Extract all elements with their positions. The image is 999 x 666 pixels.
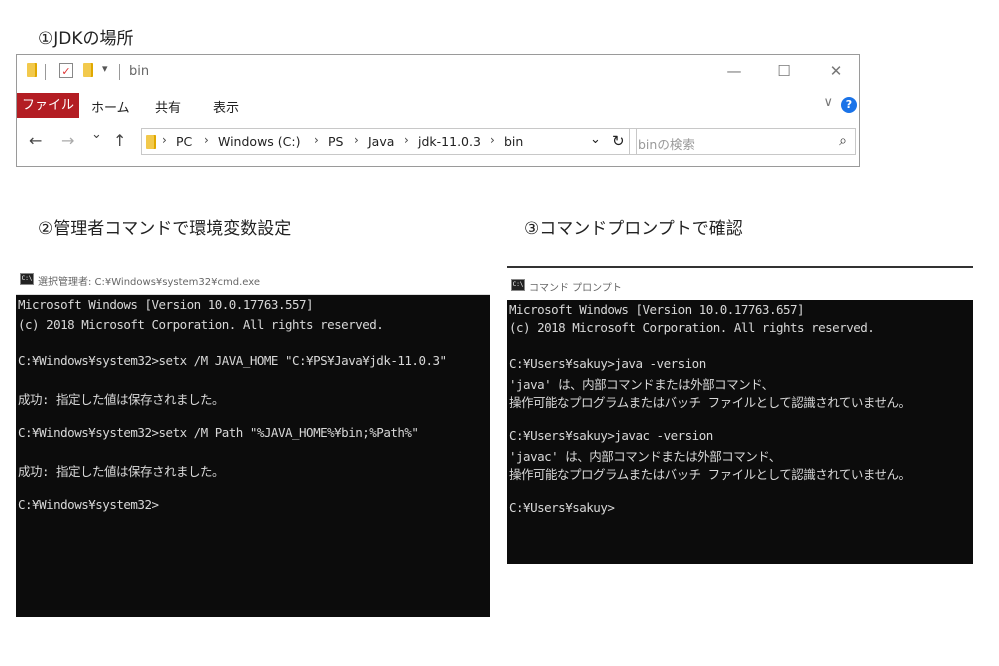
folder-icon — [27, 63, 37, 77]
console-line: 成功: 指定した値は保存されました。 — [18, 464, 225, 479]
tab-share[interactable]: 共有 — [155, 97, 181, 116]
search-placeholder: binの検索 — [638, 137, 695, 152]
heading-cmd-verify: ③コマンドプロンプトで確認 — [524, 219, 743, 239]
chevron-right-icon: › — [314, 133, 319, 147]
console-line: C:¥Users¥sakuy> — [509, 500, 615, 515]
breadcrumb-bin[interactable]: bin — [504, 134, 523, 149]
refresh-icon[interactable]: ↻ — [612, 132, 625, 150]
chevron-right-icon: › — [204, 133, 209, 147]
address-dropdown-chevron-icon[interactable]: ⌄ — [590, 132, 601, 147]
cmd-app-icon: C:\ — [20, 273, 34, 285]
admin-console-output[interactable]: Microsoft Windows [Version 10.0.17763.55… — [16, 295, 490, 617]
minimize-button[interactable]: — — [719, 60, 749, 82]
user-console-title-bar: C:\ コマンド プロンプト — [507, 266, 973, 301]
console-line: C:¥Windows¥system32>setx /M Path "%JAVA_… — [18, 425, 419, 440]
chevron-right-icon: › — [354, 133, 359, 147]
new-folder-icon[interactable] — [83, 63, 93, 77]
folder-icon — [146, 135, 156, 149]
expand-ribbon-chevron-icon[interactable]: ∨ — [823, 95, 833, 110]
file-explorer-window: ✓ ▾ bin — ☐ ✕ ファイル ホーム 共有 表示 ∨ ? ← → ⌄ ↑… — [16, 54, 860, 167]
tab-file[interactable]: ファイル — [17, 93, 79, 118]
breadcrumb-pc[interactable]: PC — [176, 134, 192, 149]
breadcrumb-java[interactable]: Java — [368, 134, 394, 149]
chevron-right-icon: › — [404, 133, 409, 147]
console-line: C:¥Windows¥system32>setx /M JAVA_HOME "C… — [18, 353, 447, 368]
ribbon-tabs: ファイル ホーム 共有 表示 ∨ ? — [17, 89, 859, 119]
address-row: ← → ⌄ ↑ › PC › Windows (C:) › PS › Java … — [17, 121, 859, 167]
console-line: 操作可能なプログラムまたはバッチ ファイルとして認識されていません。 — [509, 395, 911, 410]
explorer-title-bar: ✓ ▾ bin — ☐ ✕ — [17, 55, 859, 89]
back-arrow-icon[interactable]: ← — [29, 131, 42, 150]
chevron-right-icon: › — [490, 133, 495, 147]
quick-access-dropdown-icon[interactable]: ▾ — [102, 62, 108, 75]
admin-console-title: 選択管理者: C:¥Windows¥system32¥cmd.exe — [38, 277, 261, 288]
heading-jdk-location: ①JDKの場所 — [38, 29, 134, 49]
address-bar[interactable]: › PC › Windows (C:) › PS › Java › jdk-11… — [141, 128, 637, 155]
tab-home[interactable]: ホーム — [91, 97, 130, 116]
user-console-output[interactable]: Microsoft Windows [Version 10.0.17763.65… — [507, 300, 973, 564]
maximize-button[interactable]: ☐ — [769, 60, 799, 82]
admin-console-title-bar: C:\ 選択管理者: C:¥Windows¥system32¥cmd.exe — [16, 264, 490, 295]
search-input[interactable]: binの検索 ⌕ — [629, 128, 856, 155]
breadcrumb-windows-c[interactable]: Windows (C:) — [218, 134, 300, 149]
forward-arrow-icon[interactable]: → — [61, 131, 74, 150]
tab-view[interactable]: 表示 — [213, 97, 239, 116]
console-line: 'javac' は、内部コマンドまたは外部コマンド、 — [509, 449, 781, 464]
breadcrumb-jdk[interactable]: jdk-11.0.3 — [418, 134, 481, 149]
chevron-right-icon: › — [162, 133, 167, 147]
console-line: C:¥Windows¥system32> — [18, 497, 159, 512]
search-icon[interactable]: ⌕ — [839, 133, 847, 149]
breadcrumb-ps[interactable]: PS — [328, 134, 343, 149]
divider — [119, 64, 120, 80]
divider — [45, 64, 46, 80]
console-line: (c) 2018 Microsoft Corporation. All righ… — [509, 320, 875, 335]
up-arrow-icon[interactable]: ↑ — [113, 131, 126, 150]
cmd-app-icon: C:\ — [511, 279, 525, 291]
console-line: Microsoft Windows [Version 10.0.17763.65… — [509, 302, 805, 317]
help-icon[interactable]: ? — [841, 97, 857, 113]
console-line: C:¥Users¥sakuy>javac -version — [509, 428, 713, 443]
console-line: C:¥Users¥sakuy>java -version — [509, 356, 706, 371]
console-line: Microsoft Windows [Version 10.0.17763.55… — [18, 297, 314, 312]
user-console-title: コマンド プロンプト — [529, 283, 622, 294]
console-line: 成功: 指定した値は保存されました。 — [18, 392, 225, 407]
properties-checkmark-icon[interactable]: ✓ — [59, 63, 73, 78]
recent-locations-chevron-icon[interactable]: ⌄ — [91, 127, 102, 142]
console-line: (c) 2018 Microsoft Corporation. All righ… — [18, 317, 384, 332]
console-line: 操作可能なプログラムまたはバッチ ファイルとして認識されていません。 — [509, 467, 911, 482]
heading-admin-env-setup: ②管理者コマンドで環境変数設定 — [38, 219, 292, 239]
console-line: 'java' は、内部コマンドまたは外部コマンド、 — [509, 377, 774, 392]
window-title: bin — [129, 64, 150, 79]
close-button[interactable]: ✕ — [821, 60, 851, 82]
